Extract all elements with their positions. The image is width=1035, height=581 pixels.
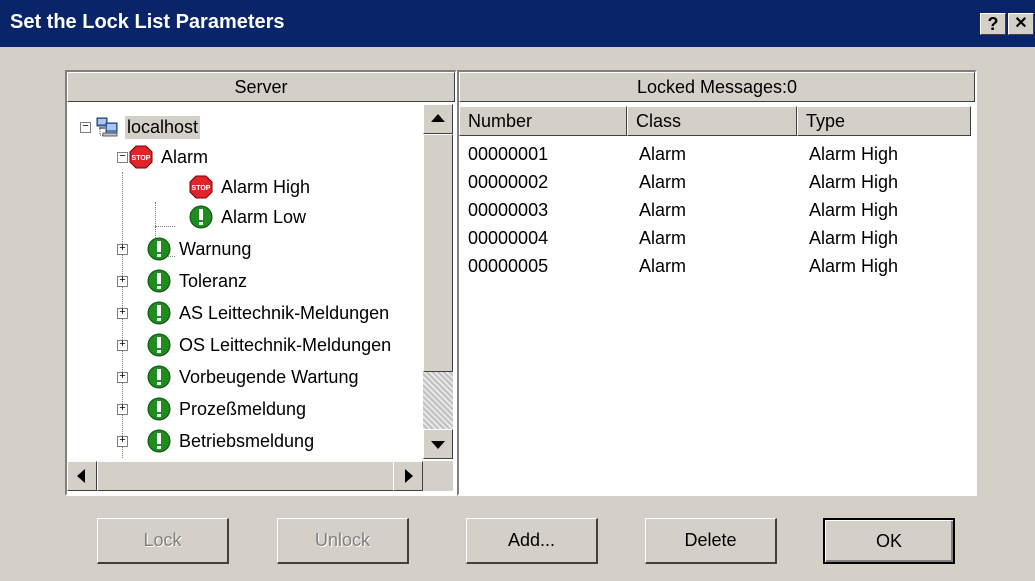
expand-toggle[interactable]: + xyxy=(117,372,128,383)
scroll-thumb[interactable] xyxy=(97,461,395,491)
arrow-left-icon xyxy=(77,469,85,483)
tree-node-localhost[interactable]: − localhost xyxy=(80,112,201,142)
tree-node-label: Alarm High xyxy=(221,176,311,197)
help-button[interactable]: ? xyxy=(980,13,1006,35)
cell-type: Alarm High xyxy=(809,144,899,164)
cell-class: Alarm xyxy=(639,228,687,248)
delete-button[interactable]: Delete xyxy=(645,518,777,564)
tree-node-label: Toleranz xyxy=(179,270,248,291)
cell-type: Alarm High xyxy=(809,200,899,220)
cell-type: Alarm High xyxy=(809,228,899,248)
cell-number: 00000001 xyxy=(468,144,549,164)
scrollbar-corner xyxy=(423,461,453,491)
title-bar: Set the Lock List Parameters ? ✕ xyxy=(0,0,1035,47)
column-header-class[interactable]: Class xyxy=(627,106,797,136)
green-exclamation-icon xyxy=(147,301,171,325)
column-header-number[interactable]: Number xyxy=(459,106,627,136)
tree-node-label: Warnung xyxy=(179,238,252,259)
svg-text:STOP: STOP xyxy=(192,185,211,192)
tree-node-warnung[interactable]: + Warnung xyxy=(117,234,253,264)
window-title: Set the Lock List Parameters xyxy=(10,11,285,33)
tree-horizontal-scrollbar[interactable] xyxy=(67,461,423,491)
svg-text:STOP: STOP xyxy=(132,155,151,162)
cell-type: Alarm High xyxy=(809,172,899,192)
tree-connector-line xyxy=(155,226,175,227)
cell-number: 00000004 xyxy=(468,228,549,248)
tree-node-prozessmeldung[interactable]: + Prozeßmeldung xyxy=(117,394,308,424)
tree-node-label: Betriebsmeldung xyxy=(179,430,315,451)
close-button[interactable]: ✕ xyxy=(1008,13,1034,35)
scroll-track[interactable] xyxy=(423,372,453,429)
column-header-type[interactable]: Type xyxy=(797,106,971,136)
tree-vertical-scrollbar[interactable] xyxy=(423,104,453,459)
tree-node-label: Alarm Low xyxy=(221,206,307,227)
scroll-down-button[interactable] xyxy=(423,429,453,459)
ok-button[interactable]: OK xyxy=(823,518,955,564)
tree-node-alarm-high[interactable]: STOP Alarm High xyxy=(189,172,312,202)
locked-messages-panel: Locked Messages:0 Number Class Type 0000… xyxy=(457,70,977,496)
stop-sign-icon: STOP xyxy=(129,145,153,169)
arrow-down-icon xyxy=(431,441,445,449)
tree-node-os-leittechnik[interactable]: + OS Leittechnik-Meldungen xyxy=(117,330,393,360)
lock-button[interactable]: Lock xyxy=(97,518,229,564)
collapse-toggle[interactable]: − xyxy=(80,122,91,133)
tree-node-as-leittechnik[interactable]: + AS Leittechnik-Meldungen xyxy=(117,298,391,328)
green-exclamation-icon xyxy=(147,429,171,453)
cell-type: Alarm High xyxy=(809,256,899,276)
table-row[interactable]: 00000002 Alarm Alarm High xyxy=(459,170,975,198)
tree-node-label: Vorbeugende Wartung xyxy=(179,366,359,387)
table-row[interactable]: 00000004 Alarm Alarm High xyxy=(459,226,975,254)
table-row[interactable]: 00000001 Alarm Alarm High xyxy=(459,142,975,170)
tree-node-label: localhost xyxy=(125,115,201,139)
tree-node-vorbeugende-wartung[interactable]: + Vorbeugende Wartung xyxy=(117,362,360,392)
scroll-right-button[interactable] xyxy=(393,461,423,491)
collapse-toggle[interactable]: − xyxy=(117,152,128,163)
expand-toggle[interactable]: + xyxy=(117,276,128,287)
green-exclamation-icon xyxy=(189,205,213,229)
scroll-thumb[interactable] xyxy=(423,134,453,372)
tree-node-alarm-low[interactable]: Alarm Low xyxy=(189,202,308,232)
table-row[interactable]: 00000005 Alarm Alarm High xyxy=(459,254,975,282)
cell-class: Alarm xyxy=(639,172,687,192)
green-exclamation-icon xyxy=(147,269,171,293)
table-row[interactable]: 00000003 Alarm Alarm High xyxy=(459,198,975,226)
scroll-up-button[interactable] xyxy=(423,104,453,134)
expand-toggle[interactable]: + xyxy=(117,244,128,255)
tree-node-alarm[interactable]: − STOP Alarm xyxy=(117,142,210,172)
server-icon xyxy=(96,117,118,137)
tree-node-toleranz[interactable]: + Toleranz xyxy=(117,266,249,296)
green-exclamation-icon xyxy=(147,397,171,421)
tree-node-label: AS Leittechnik-Meldungen xyxy=(179,302,390,323)
cell-class: Alarm xyxy=(639,200,687,220)
server-header[interactable]: Server xyxy=(67,72,455,102)
cell-number: 00000005 xyxy=(468,256,549,276)
unlock-button[interactable]: Unlock xyxy=(277,518,409,564)
arrow-right-icon xyxy=(405,469,413,483)
tree-node-betriebsmeldung[interactable]: + Betriebsmeldung xyxy=(117,426,316,456)
locked-messages-header: Locked Messages:0 xyxy=(459,72,975,102)
scroll-left-button[interactable] xyxy=(67,461,97,491)
tree-node-label: OS Leittechnik-Meldungen xyxy=(179,334,392,355)
expand-toggle[interactable]: + xyxy=(117,404,128,415)
green-exclamation-icon xyxy=(147,333,171,357)
arrow-up-icon xyxy=(431,114,445,122)
server-tree[interactable]: − localhost − STOP Alarm STOP Alarm High… xyxy=(67,104,422,459)
expand-toggle[interactable]: + xyxy=(117,308,128,319)
tree-node-label: Alarm xyxy=(161,146,209,167)
expand-toggle[interactable]: + xyxy=(117,436,128,447)
green-exclamation-icon xyxy=(147,237,171,261)
tree-node-label: Prozeßmeldung xyxy=(179,398,307,419)
cell-number: 00000002 xyxy=(468,172,549,192)
cell-class: Alarm xyxy=(639,144,687,164)
stop-sign-icon: STOP xyxy=(189,175,213,199)
expand-toggle[interactable]: + xyxy=(117,340,128,351)
add-button[interactable]: Add... xyxy=(466,518,598,564)
cell-number: 00000003 xyxy=(468,200,549,220)
server-panel: Server − localhost − STOP Alarm STOP Ala… xyxy=(65,70,457,496)
cell-class: Alarm xyxy=(639,256,687,276)
green-exclamation-icon xyxy=(147,365,171,389)
